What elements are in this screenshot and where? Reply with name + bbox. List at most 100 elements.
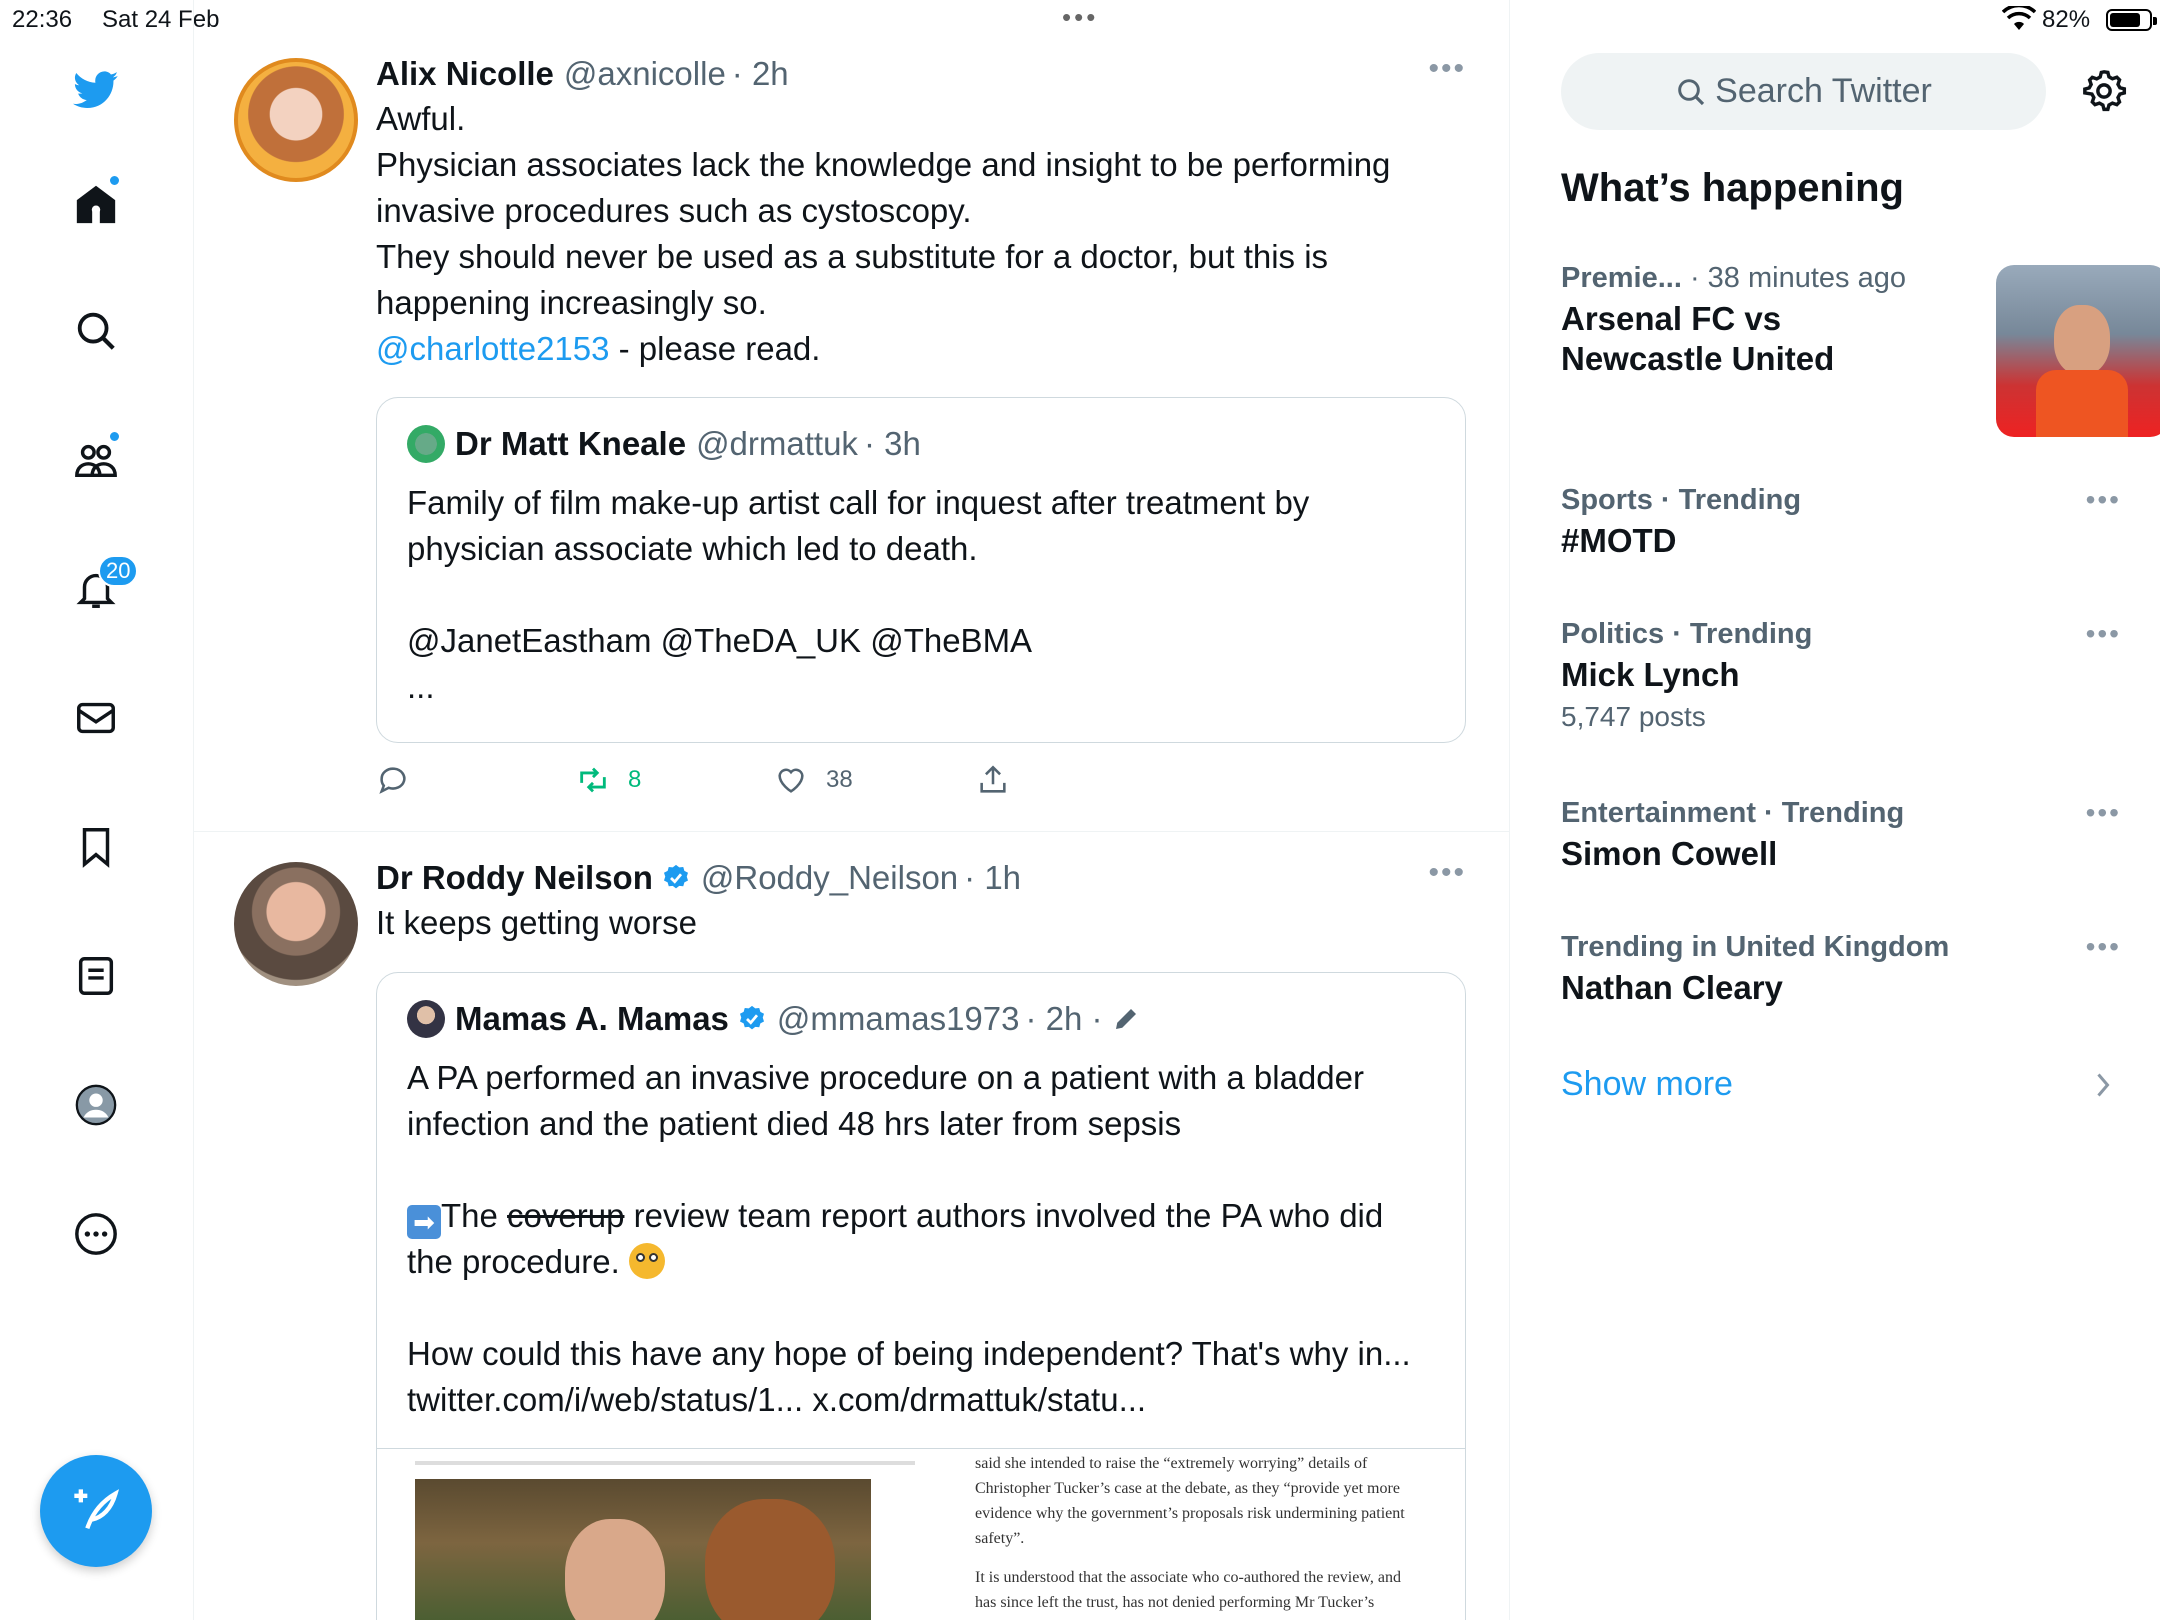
trend-meta: · 38 minutes ago	[1681, 262, 1906, 294]
quoted-tweet[interactable]: Mamas A. Mamas @mmamas1973 · 2h · A PA p…	[376, 972, 1466, 1620]
verified-badge-icon	[739, 1005, 764, 1030]
trend-topic: Mick Lynch	[1561, 656, 1740, 693]
trend-item[interactable]: Trending in United Kingdom Nathan Cleary…	[1561, 931, 2121, 1008]
tweet-text: Awful. Physician associates lack the kno…	[376, 96, 1456, 372]
profile-icon[interactable]	[62, 1071, 130, 1139]
verified-badge-icon	[663, 864, 688, 889]
trend-category: Trending in United Kingdom	[1561, 931, 1950, 963]
tweet-more-icon[interactable]: •••	[1428, 856, 1466, 890]
tweet-text-line: Awful.	[376, 100, 466, 137]
trend-item[interactable]: Sports · Trending #MOTD •••	[1561, 484, 2121, 561]
trend-more-icon[interactable]: •••	[2086, 618, 2121, 650]
edited-pencil-icon	[1115, 1009, 1136, 1029]
mention-link[interactable]: @charlotte2153	[376, 330, 609, 367]
trend-image	[1996, 265, 2160, 437]
quote-text-body: How could this have any hope of being in…	[407, 1335, 1411, 1418]
quote-avatar	[407, 1000, 445, 1038]
article-photo	[415, 1479, 871, 1620]
trend-item[interactable]: Premie... · 38 minutes ago Arsenal FC vs…	[1561, 262, 2160, 437]
trend-topic: Nathan Cleary	[1561, 969, 1783, 1006]
trend-topic: Arsenal FC vs Newcastle United	[1561, 300, 1835, 377]
tweet-text: It keeps getting worse	[376, 904, 698, 941]
notifications-icon[interactable]: 20	[62, 555, 139, 623]
trend-more-icon[interactable]: •••	[2086, 484, 2121, 516]
quote-text: A PA performed an invasive procedure on …	[407, 1055, 1435, 1423]
chevron-right-icon[interactable]	[2091, 1070, 2115, 1100]
search-input[interactable]: Search Twitter	[1561, 53, 2046, 130]
compose-tweet-button[interactable]	[40, 1455, 152, 1567]
quote-ellipsis: ...	[407, 668, 435, 705]
reply-button[interactable]	[376, 758, 428, 802]
compose-feather-icon	[74, 1489, 120, 1530]
tweet-more-icon[interactable]: •••	[1428, 52, 1466, 86]
tweet-actions: 8 38	[376, 758, 1276, 802]
quote-text-part: The	[441, 1197, 508, 1234]
quote-time: · 3h	[863, 425, 921, 462]
whats-happening-title: What’s happening	[1561, 166, 1904, 210]
quote-avatar	[407, 425, 445, 463]
like-button[interactable]: 38	[774, 758, 853, 802]
tweet-text-line: They should never be used as a substitut…	[376, 238, 1329, 321]
tweet[interactable]: Alix Nicolle @axnicolle · 2h ••• Awful. …	[194, 40, 1509, 832]
trend-item[interactable]: Entertainment · Trending Simon Cowell ••…	[1561, 797, 2121, 874]
quote-author-handle: @drmattuk	[696, 425, 858, 462]
lists-icon[interactable]	[62, 942, 130, 1010]
twitter-logo-icon[interactable]	[62, 56, 130, 124]
notifications-count-badge: 20	[98, 555, 139, 587]
settings-gear-icon[interactable]	[2081, 68, 2127, 114]
quote-author-name: Mamas A. Mamas	[455, 1000, 729, 1037]
retweet-icon	[580, 767, 606, 793]
quote-text-body: Family of film make-up artist call for i…	[407, 484, 1310, 567]
search-icon	[1678, 78, 1705, 105]
bookmarks-icon[interactable]	[62, 813, 130, 881]
trend-item[interactable]: Politics · Trending Mick Lynch 5,747 pos…	[1561, 618, 2121, 733]
more-icon[interactable]	[62, 1200, 130, 1268]
quote-author-handle: @mmamas1973	[776, 1000, 1020, 1037]
quote-text-strike: coverup	[507, 1197, 625, 1234]
messages-icon[interactable]	[62, 684, 130, 752]
quoted-tweet[interactable]: Dr Matt Kneale @drmattuk · 3h Family of …	[376, 397, 1466, 743]
trend-category: Premie...	[1561, 262, 1682, 294]
tweet-header: Dr Roddy Neilson @Roddy_Neilson · 1h	[376, 856, 1456, 900]
heart-icon	[778, 768, 804, 793]
search-placeholder: Search Twitter	[1715, 72, 1932, 110]
share-icon	[980, 765, 1006, 793]
tweet-time[interactable]: · 2h	[732, 55, 789, 93]
article-text: said she intended to raise the “extremel…	[975, 1451, 1405, 1620]
retweet-count: 8	[628, 766, 642, 793]
article-header-strip	[415, 1451, 915, 1465]
author-handle[interactable]: @Roddy_Neilson	[701, 859, 958, 897]
home-icon[interactable]	[62, 170, 130, 238]
author-name[interactable]: Dr Roddy Neilson	[376, 859, 653, 897]
search-icon[interactable]	[62, 297, 130, 365]
trend-more-icon[interactable]: •••	[2086, 931, 2121, 963]
quote-text-body: A PA performed an invasive procedure on …	[407, 1059, 1364, 1142]
trend-category: Entertainment · Trending	[1561, 797, 1905, 829]
avatar[interactable]	[234, 862, 358, 986]
quote-author-name: Dr Matt Kneale	[455, 425, 687, 462]
tweet[interactable]: Dr Roddy Neilson @Roddy_Neilson · 1h •••…	[194, 832, 1509, 1620]
trend-topic: Simon Cowell	[1561, 835, 1778, 872]
show-more-link[interactable]: Show more	[1561, 1065, 1733, 1104]
tweet-text-line: Physician associates lack the knowledge …	[376, 146, 1391, 229]
left-navigation: 20	[0, 0, 194, 1620]
quote-time: · 2h ·	[1025, 1000, 1103, 1037]
quote-mentions: @JanetEastham @TheDA_UK @TheBMA	[407, 622, 1033, 659]
tweet-time[interactable]: · 1h	[964, 859, 1021, 897]
avatar[interactable]	[234, 58, 358, 182]
timeline-feed: Alix Nicolle @axnicolle · 2h ••• Awful. …	[194, 0, 1510, 1620]
quote-media-image[interactable]: said she intended to raise the “extremel…	[377, 1448, 1465, 1620]
author-name[interactable]: Alix Nicolle	[376, 55, 554, 93]
reply-icon	[379, 767, 406, 794]
retweet-button[interactable]: 8	[576, 758, 641, 802]
trend-more-icon[interactable]: •••	[2086, 797, 2121, 829]
share-button[interactable]	[976, 758, 1028, 802]
author-handle[interactable]: @axnicolle	[564, 55, 726, 93]
article-paragraph: said she intended to raise the “extremel…	[975, 1455, 1405, 1547]
tweet-header: Alix Nicolle @axnicolle · 2h	[376, 52, 1456, 96]
right-sidebar: Search Twitter What’s happening Premie..…	[1511, 0, 2160, 1620]
like-count: 38	[826, 766, 853, 793]
trend-category: Politics · Trending	[1561, 618, 1813, 650]
communities-icon[interactable]	[62, 426, 130, 494]
trend-topic: #MOTD	[1561, 522, 1677, 559]
